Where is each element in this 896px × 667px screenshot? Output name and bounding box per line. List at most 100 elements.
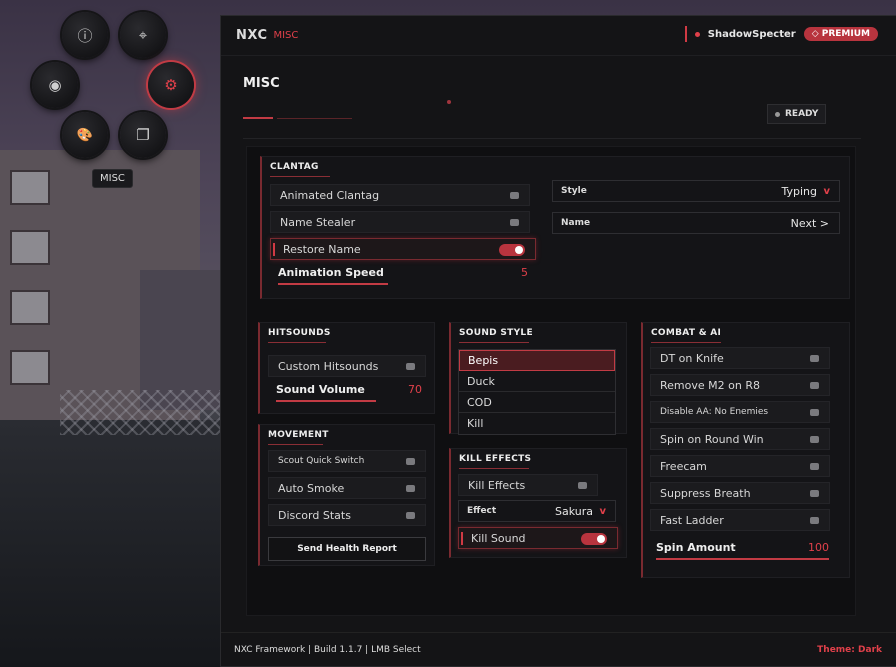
- chevron-down-icon: v: [599, 505, 606, 517]
- radial-palette-button[interactable]: 🎨: [62, 112, 108, 158]
- toggle-spin-on-round-win[interactable]: Spin on Round Win: [650, 428, 830, 450]
- building: [140, 270, 220, 410]
- toggle-auto-smoke[interactable]: Auto Smoke: [268, 477, 426, 499]
- decor-dot: [447, 100, 451, 104]
- list-item[interactable]: Kill: [459, 413, 615, 434]
- user-box: ShadowSpecter ◇ PREMIUM: [684, 26, 878, 42]
- radial-eye-button[interactable]: ◉: [32, 62, 78, 108]
- slider-label: Spin Amount: [656, 541, 736, 554]
- toggle-suppress-breath[interactable]: Suppress Breath: [650, 482, 830, 504]
- radial-windows-button[interactable]: ❐: [120, 112, 166, 158]
- field-value: Typing: [781, 184, 817, 198]
- toggle-kill-sound[interactable]: Kill Sound: [458, 527, 618, 549]
- toggle-off-icon[interactable]: [406, 512, 415, 519]
- status-text: READY: [785, 109, 819, 119]
- gear-icon: ⚙: [164, 76, 178, 94]
- status-dot-icon: [775, 111, 780, 117]
- kill-effects-title: KILL EFFECTS: [459, 454, 532, 464]
- radial-crosshair-button[interactable]: ⌖: [120, 12, 166, 58]
- main-window: NXC MISC ShadowSpecter ◇ PREMIUM MISC RE…: [220, 15, 896, 667]
- eye-icon: ◉: [48, 76, 62, 94]
- toggle-off-icon[interactable]: [406, 458, 415, 465]
- movement-panel: MOVEMENT Scout Quick Switch Auto Smoke D…: [258, 424, 435, 566]
- toggle-off-icon[interactable]: [810, 382, 819, 389]
- palette-icon: 🎨: [76, 127, 94, 143]
- radial-tooltip: MISC: [92, 169, 133, 188]
- fence: [60, 390, 230, 435]
- toggle-off-icon[interactable]: [810, 436, 819, 443]
- toggle-disable-aa[interactable]: Disable AA: No Enemies: [650, 401, 830, 423]
- toggle-off-icon[interactable]: [810, 517, 819, 524]
- slider-label: Animation Speed: [278, 266, 384, 279]
- panel-title-line: [651, 342, 721, 343]
- toggle-off-icon[interactable]: [810, 463, 819, 470]
- spin-amount-slider[interactable]: Spin Amount 100: [656, 538, 829, 562]
- kill-effects-panel: KILL EFFECTS Kill Effects Effect Sakura …: [449, 448, 627, 558]
- toggle-dt-on-knife[interactable]: DT on Knife: [650, 347, 830, 369]
- field-value: Next >: [790, 216, 829, 230]
- toggle-label: Kill Sound: [471, 531, 526, 545]
- style-select[interactable]: Style Typing v: [552, 180, 840, 202]
- toggle-off-icon[interactable]: [810, 409, 819, 416]
- toggle-freecam[interactable]: Freecam: [650, 455, 830, 477]
- panel-title-line: [268, 342, 326, 343]
- section-label: MISC: [273, 30, 299, 41]
- slider-fill[interactable]: [278, 283, 388, 285]
- toggle-label: Name Stealer: [280, 215, 356, 229]
- toggle-label: Animated Clantag: [280, 188, 380, 202]
- toggle-off-icon[interactable]: [510, 192, 519, 199]
- theme-label[interactable]: Theme: Dark: [817, 645, 882, 655]
- field-value: Sakura: [555, 504, 593, 518]
- send-health-report-button[interactable]: Send Health Report: [268, 537, 426, 561]
- toggle-kill-effects[interactable]: Kill Effects: [458, 474, 598, 496]
- list-item[interactable]: Duck: [459, 371, 615, 392]
- radial-misc-button[interactable]: ⚙: [148, 62, 194, 108]
- slider-fill[interactable]: [276, 400, 376, 402]
- toggle-scout-quick-switch[interactable]: Scout Quick Switch: [268, 450, 426, 472]
- list-item-selected[interactable]: Bepis: [459, 350, 615, 371]
- toggle-restore-name[interactable]: Restore Name: [270, 238, 536, 260]
- footer: NXC Framework | Build 1.1.7 | LMB Select…: [221, 632, 896, 666]
- toggle-label: Kill Effects: [468, 478, 526, 492]
- toggle-discord-stats[interactable]: Discord Stats: [268, 504, 426, 526]
- effect-select[interactable]: Effect Sakura v: [458, 500, 616, 522]
- panel-title-line: [459, 342, 529, 343]
- premium-badge: ◇ PREMIUM: [803, 27, 878, 41]
- toggle-name-stealer[interactable]: Name Stealer: [270, 211, 530, 233]
- title-underline-faint: [277, 118, 352, 119]
- toggle-off-icon[interactable]: [578, 482, 587, 489]
- toggle-label: Scout Quick Switch: [278, 456, 365, 466]
- toggle-switch-on[interactable]: [581, 533, 607, 545]
- toggle-animated-clantag[interactable]: Animated Clantag: [270, 184, 530, 206]
- sound-volume-slider[interactable]: Sound Volume 70: [276, 380, 422, 404]
- toggle-off-icon[interactable]: [810, 355, 819, 362]
- toggle-label: DT on Knife: [660, 351, 724, 365]
- hitsounds-panel: HITSOUNDS Custom Hitsounds Sound Volume …: [258, 322, 435, 414]
- animation-speed-slider[interactable]: Animation Speed 5: [278, 263, 528, 287]
- toggle-label: Discord Stats: [278, 508, 351, 522]
- toggle-switch-on[interactable]: [499, 244, 525, 256]
- field-label: Effect: [467, 506, 497, 516]
- toggle-fast-ladder[interactable]: Fast Ladder: [650, 509, 830, 531]
- toggle-off-icon[interactable]: [406, 363, 415, 370]
- sound-style-list: Bepis Duck COD Kill: [458, 349, 616, 435]
- clantag-title: CLANTAG: [270, 162, 319, 172]
- toggle-off-icon[interactable]: [406, 485, 415, 492]
- windows-icon: ❐: [136, 126, 150, 144]
- list-item[interactable]: COD: [459, 392, 615, 413]
- combat-title: COMBAT & AI: [651, 328, 722, 338]
- toggle-remove-m2[interactable]: Remove M2 on R8: [650, 374, 830, 396]
- slider-value: 5: [521, 266, 528, 279]
- page-title: MISC: [243, 76, 280, 91]
- slider-fill[interactable]: [656, 558, 829, 560]
- toggle-custom-hitsounds[interactable]: Custom Hitsounds: [268, 355, 426, 377]
- slider-value: 100: [808, 541, 829, 554]
- name-field[interactable]: Name Next >: [552, 212, 840, 234]
- online-dot-icon: [694, 31, 700, 37]
- toggle-off-icon[interactable]: [810, 490, 819, 497]
- toggle-label: Disable AA: No Enemies: [660, 407, 769, 417]
- radial-info-button[interactable]: ⓘ: [62, 12, 108, 58]
- toggle-label: Restore Name: [283, 242, 361, 256]
- title-bar: NXC MISC ShadowSpecter ◇ PREMIUM: [221, 16, 896, 56]
- toggle-off-icon[interactable]: [510, 219, 519, 226]
